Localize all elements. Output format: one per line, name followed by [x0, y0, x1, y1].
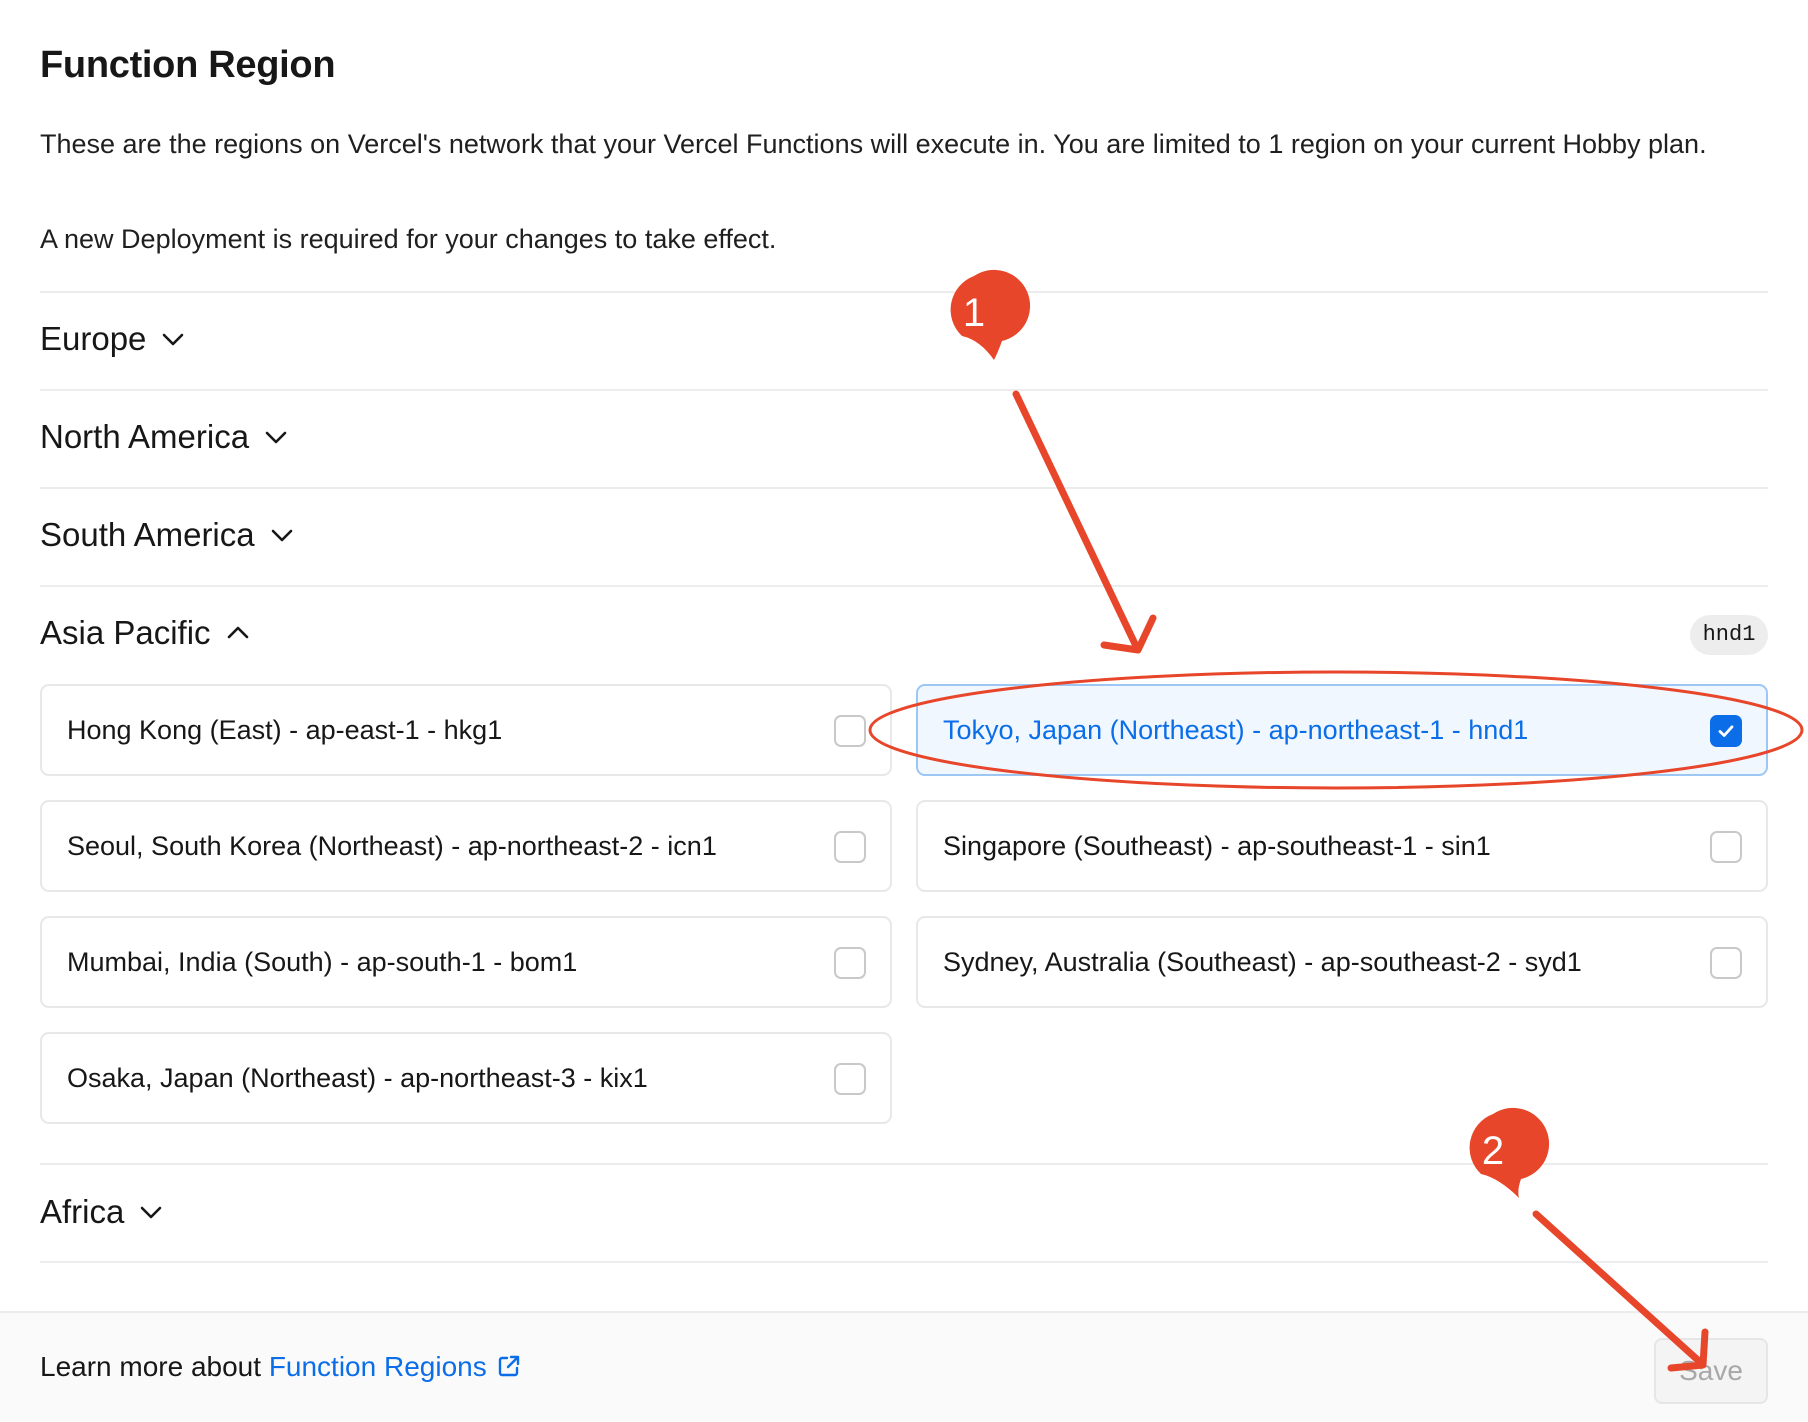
annotation-marker-1: 1	[950, 269, 1031, 360]
region-option-label: Seoul, South Korea (Northeast) - ap-nort…	[67, 830, 717, 861]
annotation-arrow-1	[1012, 390, 1157, 654]
group-label-africa: Africa	[40, 1193, 125, 1230]
group-header-europe[interactable]: Europe	[40, 320, 186, 358]
group-header-asia-pacific[interactable]: Asia Pacific	[40, 614, 251, 652]
deployment-note: A new Deployment is required for your ch…	[40, 224, 777, 254]
checkmark-icon	[1718, 725, 1734, 737]
group-label-europe: Europe	[40, 320, 147, 357]
divider	[40, 585, 1768, 587]
external-link-icon	[497, 1353, 521, 1377]
annotation-marker-2: 2	[1469, 1107, 1550, 1198]
selected-region-badge: hnd1	[1690, 615, 1768, 655]
chevron-down-icon	[160, 326, 186, 352]
region-option-syd1[interactable]: Sydney, Australia (Southeast) - ap-south…	[916, 916, 1768, 1008]
divider	[40, 1163, 1768, 1165]
region-option-hkg1[interactable]: Hong Kong (East) - ap-east-1 - hkg1	[40, 684, 892, 776]
region-checkbox[interactable]	[834, 947, 866, 979]
divider	[40, 487, 1768, 489]
page-title: Function Region	[40, 44, 336, 86]
divider	[40, 389, 1768, 391]
function-regions-link[interactable]: Function Regions	[269, 1351, 521, 1382]
chevron-down-icon	[269, 522, 295, 548]
region-option-label: Sydney, Australia (Southeast) - ap-south…	[943, 946, 1582, 977]
region-option-label: Tokyo, Japan (Northeast) - ap-northeast-…	[943, 714, 1529, 745]
chevron-down-icon	[263, 424, 289, 450]
region-option-label: Hong Kong (East) - ap-east-1 - hkg1	[67, 714, 503, 745]
region-option-label: Singapore (Southeast) - ap-southeast-1 -…	[943, 830, 1491, 861]
function-region-card: Function Region These are the regions on…	[0, 0, 1808, 1422]
chevron-down-icon	[138, 1199, 164, 1225]
card-footer: Learn more about Function Regions Save	[0, 1311, 1808, 1422]
function-regions-link-label: Function Regions	[268, 1351, 487, 1382]
region-option-sin1[interactable]: Singapore (Southeast) - ap-southeast-1 -…	[916, 800, 1768, 892]
group-label-south-america: South America	[40, 516, 255, 553]
region-checkbox[interactable]	[1710, 831, 1742, 863]
divider	[40, 291, 1768, 293]
marker-1-label: 1	[963, 291, 985, 335]
region-checkbox[interactable]	[1710, 947, 1742, 979]
group-header-north-america[interactable]: North America	[40, 418, 289, 456]
region-option-icn1[interactable]: Seoul, South Korea (Northeast) - ap-nort…	[40, 800, 892, 892]
region-option-bom1[interactable]: Mumbai, India (South) - ap-south-1 - bom…	[40, 916, 892, 1008]
save-button[interactable]: Save	[1654, 1338, 1768, 1404]
region-option-label: Osaka, Japan (Northeast) - ap-northeast-…	[67, 1062, 648, 1093]
learn-more-prefix: Learn more about	[40, 1351, 269, 1382]
group-header-africa[interactable]: Africa	[40, 1193, 164, 1231]
region-option-label: Mumbai, India (South) - ap-south-1 - bom…	[67, 946, 578, 977]
divider	[40, 1261, 1768, 1263]
region-option-kix1[interactable]: Osaka, Japan (Northeast) - ap-northeast-…	[40, 1032, 892, 1124]
marker-2-label: 2	[1482, 1129, 1504, 1173]
region-option-hnd1[interactable]: Tokyo, Japan (Northeast) - ap-northeast-…	[916, 684, 1768, 776]
region-checkbox[interactable]	[834, 715, 866, 747]
region-checkbox[interactable]	[834, 1063, 866, 1095]
region-checkbox[interactable]	[1710, 715, 1742, 747]
group-label-north-america: North America	[40, 418, 250, 455]
region-description: These are the regions on Vercel's networ…	[40, 129, 1707, 159]
group-label-asia-pacific: Asia Pacific	[40, 614, 211, 651]
region-checkbox[interactable]	[834, 831, 866, 863]
learn-more-text: Learn more about Function Regions	[40, 1351, 521, 1383]
chevron-up-icon	[225, 620, 251, 646]
group-header-south-america[interactable]: South America	[40, 516, 295, 554]
